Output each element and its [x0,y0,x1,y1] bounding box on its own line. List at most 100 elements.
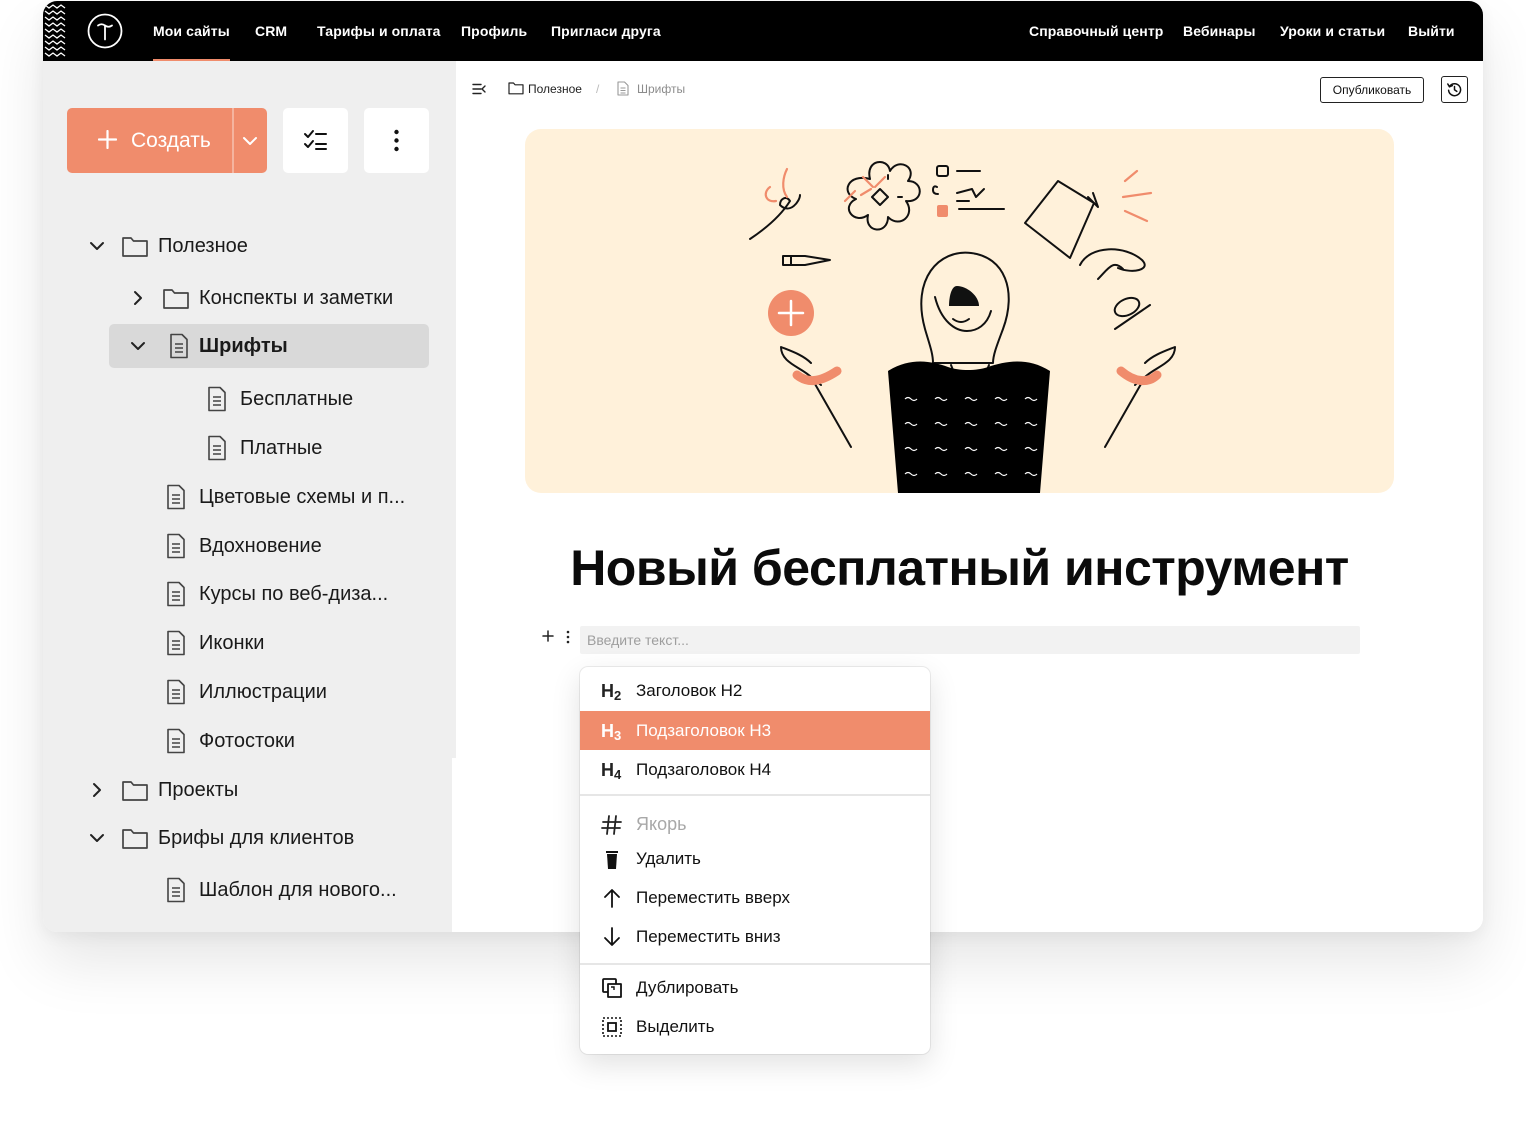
tree-folder-konspekty[interactable]: Конспекты и заметки [128,276,428,320]
select-icon [602,1017,622,1037]
tree-folder-brify[interactable]: Брифы для клиентов [87,816,427,860]
menu-item-heading-h2[interactable]: H2 Заголовок H2 [580,671,930,710]
chevron-down-icon[interactable] [128,336,148,356]
tree-page-shablon[interactable]: Шаблон для нового... [162,868,442,912]
tree-item-label: Проекты [158,779,239,801]
breadcrumb-current-page: Шрифты [637,82,686,96]
breadcrumb-folder-link[interactable]: Полезное [528,77,582,101]
create-button[interactable]: Создать [67,108,267,173]
page-icon [167,630,185,656]
page-icon [208,435,226,461]
page-icon [167,679,185,705]
menu-item-label: Подзаголовок H4 [636,760,772,779]
tree-item-label: Конспекты и заметки [199,287,394,309]
publish-button[interactable]: Опубликовать [1320,77,1424,103]
tree-page-illyustracii[interactable]: Иллюстрации [162,670,442,714]
menu-item-label: Переместить вверх [636,888,790,907]
nav-invite-friend[interactable]: Пригласи друга [551,1,661,61]
tree-item-label: Цветовые схемы и п... [199,486,406,508]
block-drag-handle-icon[interactable] [565,630,571,644]
nav-pricing[interactable]: Тарифы и оплата [317,1,441,61]
tree-page-ikonki[interactable]: Иконки [162,621,442,665]
chevron-right-icon[interactable] [128,288,148,308]
page-icon [170,333,188,359]
tree-item-label: Иконки [199,632,265,654]
menu-item-label: Заголовок H2 [636,681,743,700]
duplicate-icon [602,978,622,998]
block-context-menu: H2 Заголовок H2 H3 Подзаголовок H3 H4 По… [580,667,930,1054]
nav-lessons[interactable]: Уроки и статьи [1280,1,1385,61]
tree-item-label: Вдохновение [199,535,322,557]
menu-item-label: Дублировать [636,978,739,997]
folder-icon [122,829,148,849]
page-icon [167,728,185,754]
chevron-down-icon[interactable] [241,132,259,150]
folder-icon [508,82,524,95]
more-options-button[interactable] [364,108,429,173]
tree-folder-poleznoe[interactable]: Полезное [87,224,427,268]
tree-page-platnye[interactable]: Платные [203,426,433,470]
chevron-right-icon[interactable] [87,780,107,800]
folder-icon [122,781,148,801]
page-icon [208,386,226,412]
chevron-down-icon[interactable] [87,828,107,848]
block-text-input[interactable] [580,626,1360,654]
page-icon [167,877,185,903]
collapse-sidebar-icon[interactable] [472,83,486,95]
tree-item-label: Фотостоки [199,730,295,752]
trash-icon [606,851,618,869]
juggling-woman-illustration [749,161,1176,493]
nav-logout[interactable]: Выйти [1408,1,1455,61]
cover-image[interactable] [525,129,1394,493]
menu-item-duplicate[interactable]: Дублировать [580,968,930,1007]
nav-webinars[interactable]: Вебинары [1183,1,1256,61]
sidebar: Создать Полезное Конспекты и заметки Шри… [43,61,452,932]
tree-item-label: Курсы по веб-диза... [199,583,389,605]
more-vertical-icon [394,129,399,152]
menu-item-select[interactable]: Выделить [580,1007,930,1046]
menu-item-move-down[interactable]: Переместить вниз [580,917,930,956]
tree-page-shrifty[interactable]: Шрифты [109,324,429,368]
create-button-divider [232,108,234,173]
tree-page-vdohnovenie[interactable]: Вдохновение [162,524,442,568]
tree-page-fotostoki[interactable]: Фотостоки [162,719,442,763]
nav-profile[interactable]: Профиль [461,1,527,61]
add-block-plus-icon[interactable] [542,630,554,642]
menu-item-label: Переместить вниз [636,927,781,946]
tree-item-label: Полезное [158,235,248,257]
folder-icon [163,289,189,309]
tilda-logo-icon[interactable] [87,13,123,49]
menu-item-heading-h3[interactable]: H3 Подзаголовок H3 [580,711,930,750]
anchor-hash-icon [601,815,622,835]
chevron-down-icon[interactable] [87,236,107,256]
menu-divider [580,963,930,965]
folder-icon [122,237,148,257]
page-icon [167,533,185,559]
breadcrumb-separator: / [596,82,600,96]
tree-item-label: Шаблон для нового... [199,879,397,901]
checklist-icon [304,130,327,150]
tree-page-kursy[interactable]: Курсы по веб-диза... [162,572,442,616]
tree-page-besplatnye[interactable]: Бесплатные [203,377,433,421]
page-title[interactable]: Новый бесплатный инструмент [456,539,1463,597]
menu-item-label: Выделить [636,1017,715,1036]
checklist-button[interactable] [283,108,348,173]
tree-folder-proekty[interactable]: Проекты [87,768,427,812]
breadcrumb: Полезное / Шрифты [456,77,856,101]
menu-item-label: Удалить [636,849,701,868]
zigzag-pattern-icon [44,4,66,57]
heading-h4-icon: H4 [601,760,622,782]
menu-item-move-up[interactable]: Переместить вверх [580,878,930,917]
nav-crm[interactable]: CRM [255,1,287,61]
menu-divider [580,794,930,796]
top-navigation: Мои сайты CRM Тарифы и оплата Профиль Пр… [43,1,1483,61]
nav-my-sites[interactable]: Мои сайты [153,1,230,61]
tree-item-label: Бесплатные [240,388,354,410]
tree-page-cvetovye-shemy[interactable]: Цветовые схемы и п... [162,475,442,519]
heading-h2-icon: H2 [601,681,622,703]
nav-help-center[interactable]: Справочный центр [1029,1,1163,61]
menu-item-delete[interactable]: Удалить [580,839,930,878]
arrow-down-icon [604,927,620,946]
menu-item-heading-h4[interactable]: H4 Подзаголовок H4 [580,750,930,789]
history-button[interactable] [1441,76,1468,103]
